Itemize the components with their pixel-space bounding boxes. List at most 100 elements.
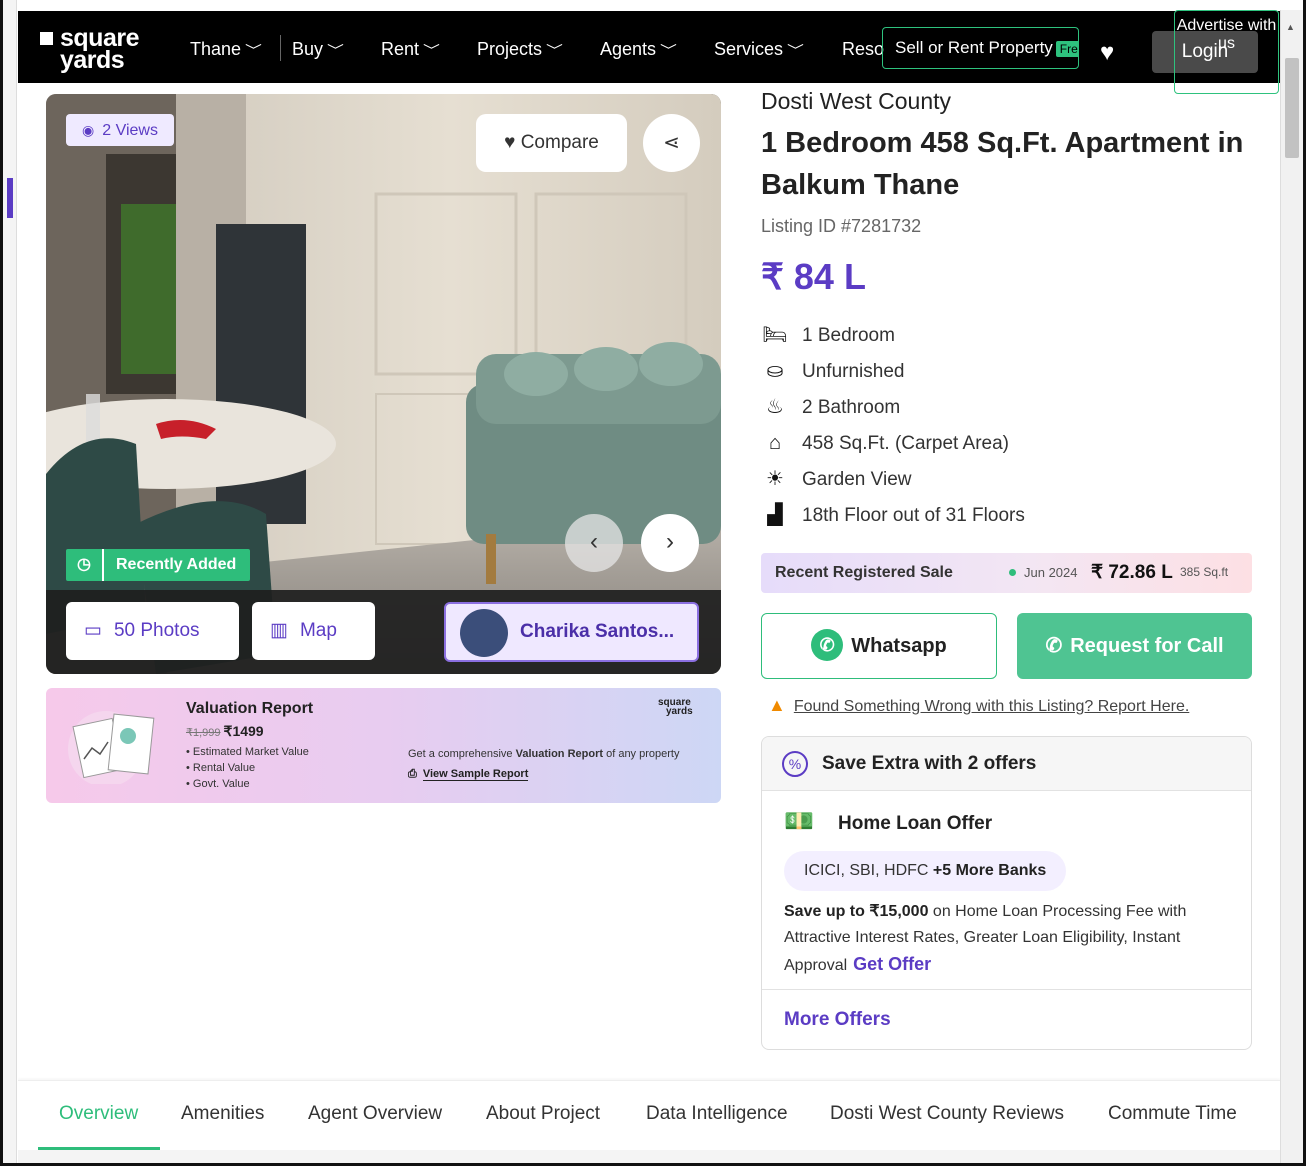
get-offer-link[interactable]: Get Offer bbox=[853, 954, 931, 974]
tab-data-intelligence[interactable]: Data Intelligence bbox=[646, 1103, 788, 1125]
free-badge: Free bbox=[1055, 41, 1078, 57]
sunrise-icon: ☀ bbox=[766, 468, 784, 490]
feature-floor: ▟ 18th Floor out of 31 Floors bbox=[761, 503, 1025, 527]
gallery-bottom-bar: ▭ 50 Photos ▥ Map Charika Santos... bbox=[46, 590, 721, 674]
whatsapp-icon: ✆ bbox=[811, 628, 844, 661]
section-tabs: Overview Amenities Agent Overview About … bbox=[18, 1080, 1280, 1150]
sell-rent-property-button[interactable]: Sell or Rent PropertyFree bbox=[882, 27, 1079, 69]
chevron-down-icon: ﹀ bbox=[660, 43, 678, 58]
stairs-icon: ▟ bbox=[767, 504, 783, 526]
agent-avatar bbox=[460, 609, 508, 657]
photos-button[interactable]: ▭ 50 Photos bbox=[66, 602, 239, 660]
nav-divider bbox=[280, 35, 281, 61]
discount-icon: % bbox=[782, 751, 808, 777]
chevron-down-icon: ﹀ bbox=[423, 43, 440, 58]
warning-icon: ▲ bbox=[768, 695, 786, 715]
money-icon: 💵 bbox=[784, 808, 814, 835]
compare-button[interactable]: ♥ Compare bbox=[476, 114, 627, 172]
bed-icon: 🛏︎ bbox=[762, 324, 788, 346]
chevron-down-icon: ﹀ bbox=[787, 43, 804, 58]
page-bottom bbox=[18, 1150, 1280, 1163]
feature-bedroom: 🛏︎ 1 Bedroom bbox=[762, 324, 895, 346]
report-listing-link[interactable]: ▲ Found Something Wrong with this Listing… bbox=[768, 695, 1189, 716]
nav-rent[interactable]: Rent ﹀ bbox=[381, 39, 440, 60]
tab-amenities[interactable]: Amenities bbox=[181, 1103, 264, 1125]
browser-frame: square yards Thane ﹀ Buy ﹀ Rent ﹀ Projects ﹀… bbox=[0, 0, 1306, 1166]
valuation-report-banner[interactable]: Valuation Report ₹1,999 ₹1499 • Estimated… bbox=[46, 688, 721, 803]
feature-view: ☀ Garden View bbox=[761, 467, 911, 491]
listing-page: square yards Thane ﹀ Buy ﹀ Rent ﹀ Projects ﹀… bbox=[18, 8, 1280, 1163]
clock-icon: ◷ bbox=[66, 549, 104, 581]
agent-button[interactable]: Charika Santos... bbox=[444, 602, 699, 662]
valuation-item: • Rental Value bbox=[186, 762, 256, 774]
left-edge-strip bbox=[3, 0, 17, 1163]
nav-thane[interactable]: Thane ﹀ bbox=[190, 39, 263, 60]
phone-icon: ✆ bbox=[1045, 635, 1063, 657]
photo-icon: ▭ bbox=[84, 620, 102, 641]
view-sample-report-link[interactable]: ⎙ View Sample Report bbox=[408, 768, 529, 781]
nav-services[interactable]: Services ﹀ bbox=[714, 39, 804, 60]
nav-resources[interactable]: Resources bbox=[842, 39, 884, 60]
nav-projects[interactable]: Projects ﹀ bbox=[477, 39, 563, 60]
chevron-down-icon: ﹀ bbox=[245, 43, 263, 58]
feature-bathroom: ♨ 2 Bathroom bbox=[761, 395, 900, 419]
bathtub-icon: ♨ bbox=[766, 396, 784, 418]
project-name[interactable]: Dosti West County bbox=[761, 88, 951, 115]
tab-agent-overview[interactable]: Agent Overview bbox=[308, 1103, 442, 1125]
chevron-down-icon: ﹀ bbox=[327, 43, 344, 58]
next-photo-button[interactable]: › bbox=[641, 514, 699, 572]
advertise-button[interactable]: Advertise with us bbox=[1174, 10, 1279, 94]
status-dot bbox=[1009, 569, 1016, 576]
more-offers-link[interactable]: More Offers bbox=[784, 1009, 891, 1031]
scroll-up-icon[interactable]: ▲ bbox=[1286, 22, 1295, 32]
share-button[interactable]: ⋖ bbox=[643, 114, 700, 172]
home-loan-title: Home Loan Offer bbox=[838, 813, 993, 834]
photo-gallery[interactable]: ◉ 2 Views ♥ Compare ⋖ ◷ Recently Added ‹ ›… bbox=[46, 94, 721, 674]
recent-registered-sale[interactable]: Recent Registered Sale Jun 2024 ₹ 72.86 … bbox=[761, 553, 1252, 593]
chevron-down-icon: ﹀ bbox=[546, 43, 563, 58]
valuation-item: • Estimated Market Value bbox=[186, 746, 309, 758]
property-photo bbox=[46, 94, 721, 674]
banks-chip[interactable]: ICICI, SBI, HDFC +5 More Banks bbox=[784, 851, 1067, 891]
feature-furnishing: ⛀ Unfurnished bbox=[761, 359, 905, 383]
nav-agents[interactable]: Agents ﹀ bbox=[600, 39, 678, 60]
listing-title: 1 Bedroom 458 Sq.Ft. Apartment in Balkum… bbox=[761, 127, 1244, 201]
valuation-item: • Govt. Value bbox=[186, 778, 250, 790]
sofa-icon: ⛀ bbox=[766, 360, 784, 382]
prev-photo-button[interactable]: ‹ bbox=[565, 514, 623, 572]
site-header: square yards Thane ﹀ Buy ﹀ Rent ﹀ Projects ﹀… bbox=[18, 11, 1280, 83]
share-icon: ⋖ bbox=[663, 132, 680, 154]
eye-icon: ◉ bbox=[82, 122, 95, 138]
offers-card: % Save Extra with 2 offers 💵 Home Loan O… bbox=[761, 736, 1252, 1050]
request-call-button[interactable]: ✆ Request for Call bbox=[1017, 613, 1252, 679]
valuation-description: Get a comprehensive Valuation Report of … bbox=[408, 748, 680, 760]
home-icon: ⌂ bbox=[768, 432, 782, 454]
listing-price: ₹ 84 L bbox=[761, 256, 866, 297]
valuation-price: ₹1,999 ₹1499 bbox=[186, 723, 264, 739]
tab-overview[interactable]: Overview bbox=[59, 1103, 138, 1125]
recently-added-badge: ◷ Recently Added bbox=[66, 549, 251, 581]
report-illustration bbox=[68, 711, 155, 784]
map-icon: ▥ bbox=[270, 620, 288, 641]
tab-about-project[interactable]: About Project bbox=[486, 1103, 600, 1125]
divider bbox=[762, 989, 1251, 990]
valuation-title: Valuation Report bbox=[186, 700, 314, 717]
whatsapp-button[interactable]: ✆ Whatsapp bbox=[761, 613, 997, 679]
nav-buy[interactable]: Buy ﹀ bbox=[292, 39, 344, 60]
tab-commute-time[interactable]: Commute Time bbox=[1108, 1103, 1237, 1125]
map-button[interactable]: ▥ Map bbox=[252, 602, 375, 660]
vertical-scrollbar[interactable]: ▲ bbox=[1280, 10, 1303, 1163]
feature-area: ⌂ 458 Sq.Ft. (Carpet Area) bbox=[761, 431, 1009, 455]
heart-icon[interactable]: ♥ bbox=[1100, 39, 1114, 67]
chevron-right-icon: › bbox=[666, 528, 674, 555]
chevron-left-icon: ‹ bbox=[590, 528, 598, 555]
heart-icon: ♥ bbox=[504, 132, 516, 153]
views-badge: ◉ 2 Views bbox=[66, 114, 174, 146]
download-icon: ⎙ bbox=[408, 768, 417, 780]
tab-reviews[interactable]: Dosti West County Reviews bbox=[830, 1103, 1064, 1125]
scroll-thumb[interactable] bbox=[1285, 58, 1299, 158]
square-yards-logo[interactable]: square yards bbox=[40, 25, 160, 73]
loan-description: Save up to ₹15,000 on Home Loan Processi… bbox=[784, 903, 1187, 974]
offers-header: % Save Extra with 2 offers bbox=[762, 737, 1251, 791]
square-yards-small-logo: square yards bbox=[658, 697, 693, 717]
